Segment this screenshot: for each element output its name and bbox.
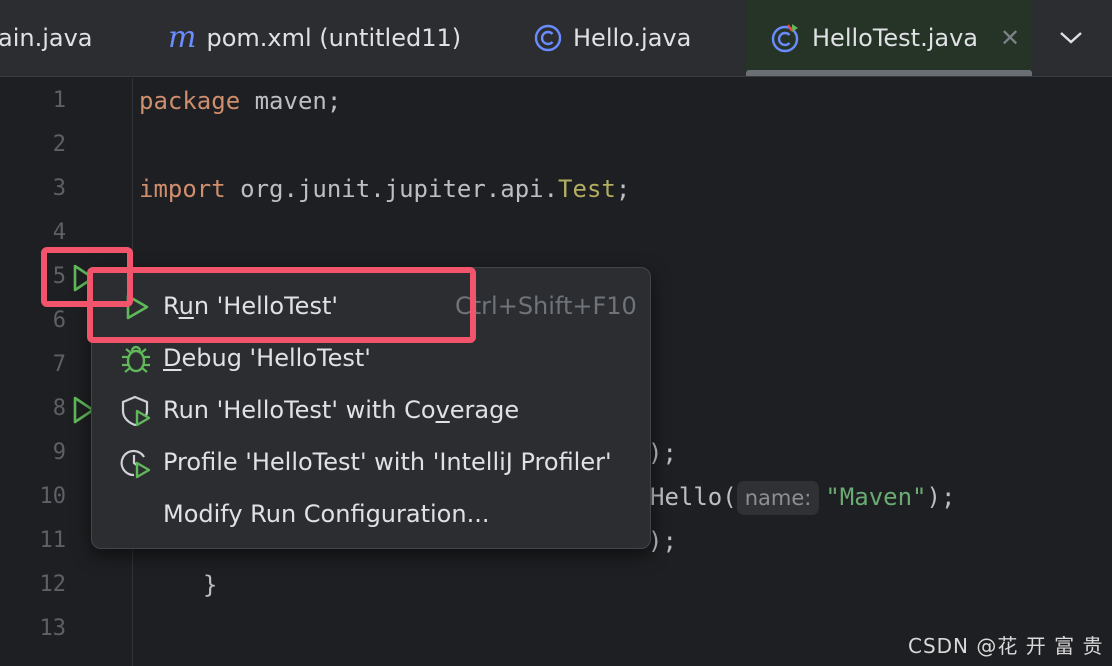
shortcut-hint: Ctrl+Shift+F10 [455,292,637,320]
line-number: 13 [39,616,67,641]
tab-label: ain.java [0,24,93,52]
line-number: 1 [52,88,66,113]
profiler-clock-icon [120,447,152,479]
tab-main-java[interactable]: ain.java [0,0,93,76]
active-tab-indicator [746,70,1032,76]
coverage-shield-icon [120,395,152,427]
line-number: 8 [52,396,66,421]
parameter-hint: name: [736,481,820,515]
menu-item-label: Modify Run Configuration... [163,500,490,528]
code-line-12: } [203,563,217,607]
line-number: 10 [39,484,67,509]
code-line-10-tail: Hello(name: "Maven"); [650,475,955,519]
line-number: 9 [52,440,66,465]
code-text: maven; [240,87,342,115]
tab-label: pom.xml (untitled11) [206,24,462,52]
tab-pom-xml[interactable]: m pom.xml (untitled11) [168,0,461,76]
code-line-3: import org.junit.jupiter.api.Test; [139,167,630,211]
closing-brace: } [203,571,218,599]
code-line-1: package maven; [139,79,341,123]
string-literal: "Maven" [825,483,927,511]
menu-item-profile[interactable]: Profile 'HelloTest' with 'IntelliJ Profi… [92,436,650,488]
menu-item-modify-run-configuration[interactable]: Modify Run Configuration... [92,488,650,540]
editor-tab-bar: ain.java m pom.xml (untitled11) Hello.ja… [0,0,1112,77]
line-number: 12 [39,572,67,597]
class-name: Test [558,175,616,203]
code-text: ; [615,175,631,203]
menu-item-label: Profile 'HelloTest' with 'IntelliJ Profi… [163,448,612,476]
menu-item-run-with-coverage[interactable]: Run 'HelloTest' with Coverage [92,384,650,436]
code-line-9-tail: ); [648,431,677,475]
annotation-highlight-run-item [87,267,476,343]
code-text: ); [648,439,677,467]
tab-hellotest-java[interactable]: HelloTest.java ✕ [746,0,1032,76]
line-number: 11 [39,528,67,553]
watermark-text: CSDN @花 开 富 贵 [908,634,1104,658]
chevron-down-icon[interactable] [1050,18,1092,58]
code-line-11-tail: ); [648,519,677,563]
line-number: 7 [52,352,66,377]
keyword: import [139,175,226,203]
tab-label: Hello.java [573,24,692,52]
maven-icon: m [168,20,197,55]
line-number: 3 [52,176,66,201]
menu-item-label: Debug 'HelloTest' [163,344,371,372]
keyword: package [139,87,241,115]
menu-item-label: Run 'HelloTest' with Coverage [163,396,520,424]
code-text: ); [648,527,677,555]
line-number: 2 [52,132,66,157]
code-text: Hello( [650,483,737,511]
code-text: ); [926,483,956,511]
java-test-class-icon [770,22,802,54]
tab-label: HelloTest.java [812,24,979,52]
code-text: org.junit.jupiter.api. [225,175,559,203]
debug-bug-icon [120,343,152,375]
close-tab-icon[interactable]: ✕ [1000,24,1020,52]
tab-hello-java[interactable]: Hello.java [533,0,691,76]
java-class-icon [533,23,563,53]
